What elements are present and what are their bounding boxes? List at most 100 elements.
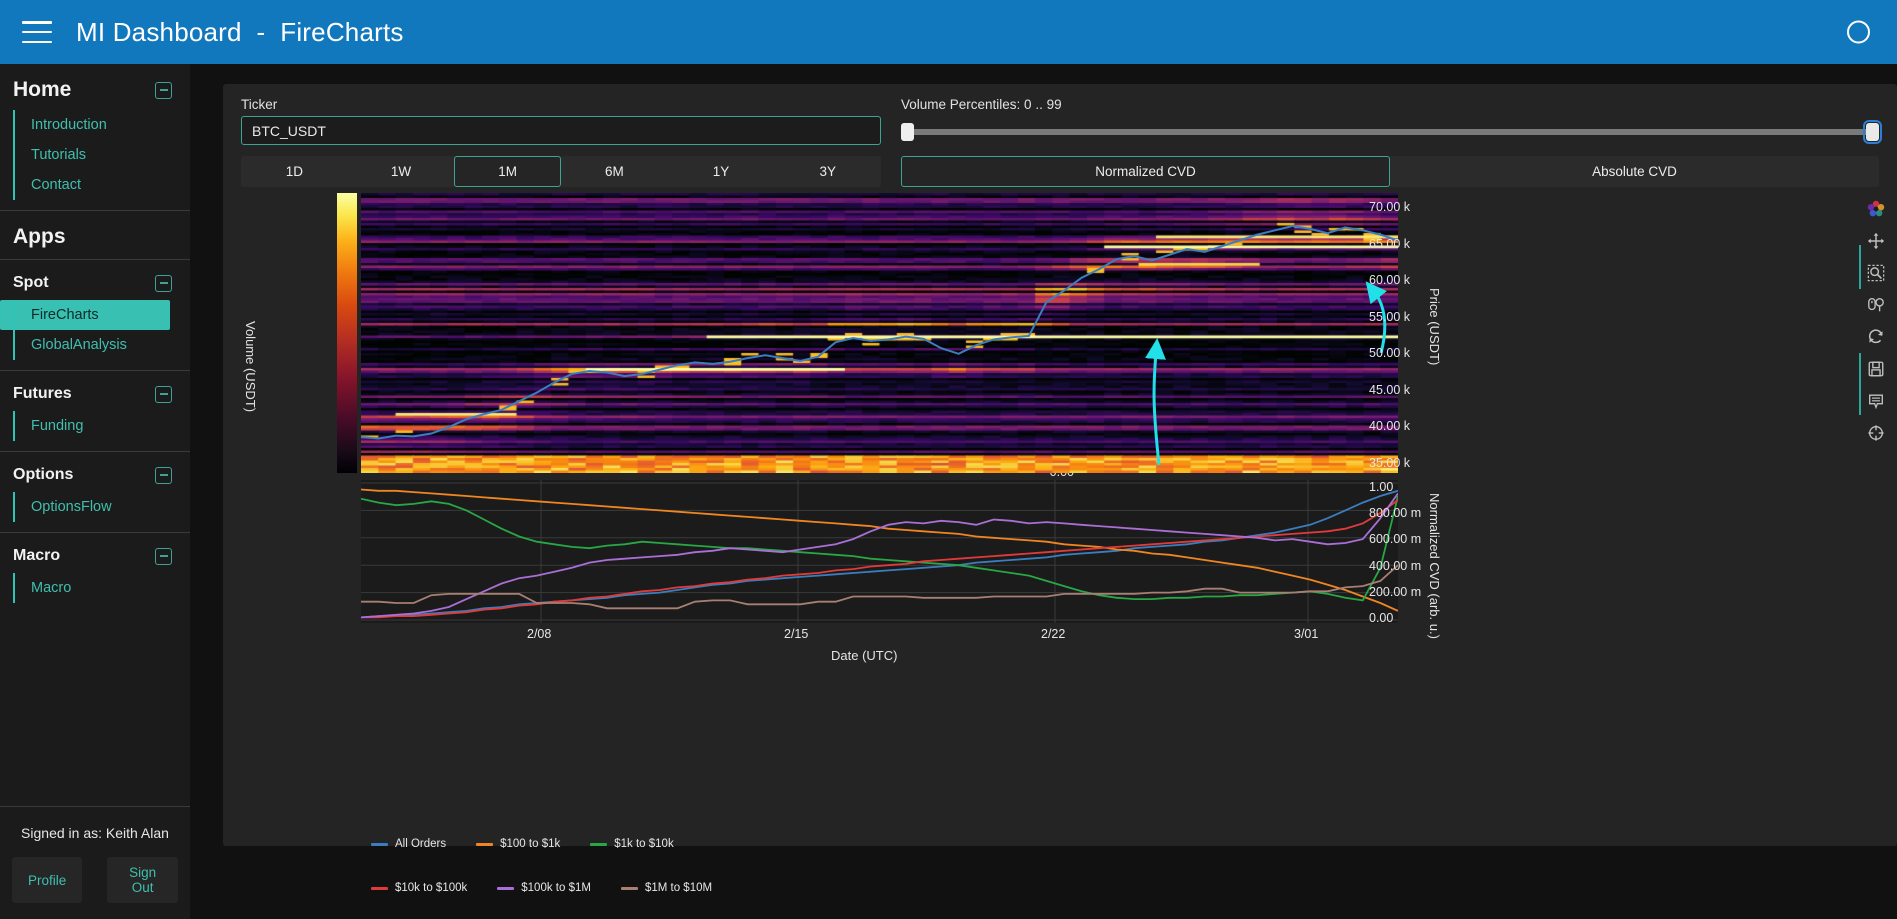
- range-button-1d[interactable]: 1D: [241, 156, 348, 187]
- percentile-range-slider[interactable]: [901, 119, 1882, 145]
- sidebar-section-macro: Macro Macro: [0, 532, 190, 613]
- sidebar-section-title: Futures: [13, 385, 72, 402]
- sidebar-item-tutorials[interactable]: Tutorials: [0, 140, 190, 170]
- sidebar-section-title: Apps: [13, 225, 66, 248]
- cvd-tick: 600.00 m: [1369, 532, 1422, 547]
- sidebar-links: OptionsFlow: [0, 492, 190, 522]
- price-tick: 55.00 k: [1369, 309, 1411, 324]
- cvd-panel[interactable]: [361, 480, 1398, 623]
- legend-item[interactable]: $1M to $10M: [620, 882, 712, 894]
- page-title: MI Dashboard - FireCharts: [76, 16, 404, 47]
- price-tick: 35.00 k: [1369, 456, 1411, 470]
- box-zoom-icon[interactable]: [1867, 264, 1885, 282]
- crosshair-icon[interactable]: [1867, 424, 1885, 442]
- wheel-zoom-icon[interactable]: [1867, 296, 1885, 314]
- collapse-toggle-icon[interactable]: [155, 547, 172, 565]
- sign-out-button[interactable]: Sign Out: [107, 857, 178, 903]
- range-button-3y[interactable]: 3Y: [774, 156, 882, 187]
- controls-row: Ticker 1D1W1M6M1Y3Y Volume Percentiles: …: [241, 97, 1882, 187]
- sidebar-section-title: Options: [13, 466, 74, 483]
- cvd-mode-button-normalized-cvd[interactable]: Normalized CVD: [901, 156, 1390, 187]
- date-axis-label: Date (UTC): [831, 648, 898, 663]
- sidebar-item-globalanalysis[interactable]: GlobalAnalysis: [0, 330, 190, 360]
- legend-label: $1k to $10k: [614, 838, 674, 850]
- volume-colorbar: [337, 193, 357, 473]
- sidebar-links: Funding: [0, 411, 190, 441]
- app-header: MI Dashboard - FireCharts: [0, 0, 1897, 64]
- ticker-controls: Ticker 1D1W1M6M1Y3Y: [241, 97, 882, 187]
- range-button-1w[interactable]: 1W: [347, 156, 455, 187]
- sidebar-links: FireCharts GlobalAnalysis: [0, 300, 190, 360]
- save-icon[interactable]: [1867, 360, 1885, 378]
- cvd-tick: 1.00: [1369, 480, 1394, 494]
- sidebar-section-options: Options OptionsFlow: [0, 451, 190, 532]
- slider-handle-min[interactable]: [901, 123, 914, 141]
- chart-legend: All Orders $100 to $1k $1k to $10k $10k to…: [371, 838, 1271, 894]
- profile-button[interactable]: Profile: [12, 857, 83, 903]
- hamburger-icon[interactable]: [22, 21, 52, 43]
- ticker-input[interactable]: [241, 116, 881, 145]
- bokeh-logo-icon[interactable]: [1867, 200, 1885, 218]
- legend-item[interactable]: $10k to $100k: [371, 882, 467, 894]
- legend-item[interactable]: $100 to $1k: [476, 838, 560, 850]
- range-button-1m[interactable]: 1M: [454, 156, 562, 187]
- date-tick: 3/01: [1294, 627, 1319, 641]
- slider-handle-max[interactable]: [1863, 120, 1882, 144]
- legend-label: All Orders: [395, 838, 447, 850]
- sidebar-section-title: Spot: [13, 274, 49, 291]
- sidebar-links: Macro: [0, 573, 190, 603]
- sidebar-footer: Signed in as: Keith Alan Profile Sign Ou…: [0, 806, 190, 919]
- percentile-label: Volume Percentiles: 0 .. 99: [901, 97, 1062, 112]
- reset-icon[interactable]: [1867, 328, 1885, 346]
- collapse-toggle-icon[interactable]: [155, 274, 172, 292]
- collapse-toggle-icon[interactable]: [155, 385, 172, 403]
- sidebar-section-futures: Futures Funding: [0, 370, 190, 451]
- hover-icon[interactable]: [1867, 392, 1885, 410]
- price-tick: 50.00 k: [1369, 346, 1411, 361]
- cvd-mode-group: Normalized CVD Absolute CVD: [901, 156, 1879, 187]
- annotation-arrow-curve-left: [1145, 338, 1166, 466]
- ticker-label: Ticker: [241, 97, 278, 112]
- range-button-6m[interactable]: 6M: [561, 156, 668, 187]
- legend-label: $100 to $1k: [500, 838, 561, 850]
- legend-swatch: [371, 842, 388, 846]
- sidebar-item-funding[interactable]: Funding: [0, 411, 190, 441]
- chart-figure: 0.005.00 M10.00 M15.00 M20.00 M25.00 M30…: [241, 193, 1885, 894]
- chart-card: Ticker 1D1W1M6M1Y3Y Volume Percentiles: …: [223, 84, 1897, 894]
- cvd-series--1k-to-10k: [361, 495, 1398, 602]
- sidebar-item-contact[interactable]: Contact: [0, 170, 190, 200]
- sidebar-item-optionsflow[interactable]: OptionsFlow: [0, 492, 190, 522]
- legend-swatch: [590, 842, 608, 846]
- sidebar-item-introduction[interactable]: Introduction: [0, 110, 190, 140]
- legend-item[interactable]: $100k to $1M: [497, 882, 591, 894]
- cvd-series--100k-to-1m: [361, 492, 1398, 619]
- slider-track[interactable]: [901, 129, 1879, 135]
- legend-swatch: [371, 886, 388, 890]
- bokeh-toolbar: [1859, 193, 1893, 449]
- sidebar-section-title: Home: [13, 78, 72, 101]
- collapse-toggle-icon[interactable]: [155, 466, 172, 484]
- price-tick: 40.00 k: [1369, 419, 1411, 434]
- sidebar-section-spot: Spot FireCharts GlobalAnalysis: [0, 259, 190, 370]
- legend-item[interactable]: All Orders: [371, 838, 446, 850]
- date-tick: 2/08: [527, 627, 552, 641]
- legend-item[interactable]: $1k to $10k: [590, 838, 674, 850]
- sidebar-links: Introduction Tutorials Contact: [0, 110, 190, 200]
- cvd-series-all-orders: [361, 489, 1398, 619]
- price-tick: 60.00 k: [1369, 273, 1411, 288]
- price-tick: 45.00 k: [1369, 382, 1411, 397]
- price-axis-label: Price (USDT): [1427, 288, 1442, 366]
- range-button-1y[interactable]: 1Y: [667, 156, 775, 187]
- sidebar-item-macro[interactable]: Macro: [0, 573, 190, 603]
- sidebar-item-firecharts[interactable]: FireCharts: [0, 300, 170, 330]
- cvd-mode-button-absolute-cvd[interactable]: Absolute CVD: [1390, 156, 1879, 187]
- price-tick: 70.00 k: [1369, 200, 1411, 214]
- volume-heatmap[interactable]: [361, 193, 1398, 473]
- loading-ring-icon[interactable]: [1847, 20, 1870, 44]
- pan-icon[interactable]: [1867, 232, 1885, 250]
- main-content: Ticker 1D1W1M6M1Y3Y Volume Percentiles: …: [223, 64, 1897, 919]
- cvd-tick: 800.00 m: [1369, 506, 1422, 521]
- legend-label: $100k to $1M: [521, 882, 591, 894]
- collapse-toggle-icon[interactable]: [155, 81, 172, 99]
- cvd-tick: 400.00 m: [1369, 558, 1422, 573]
